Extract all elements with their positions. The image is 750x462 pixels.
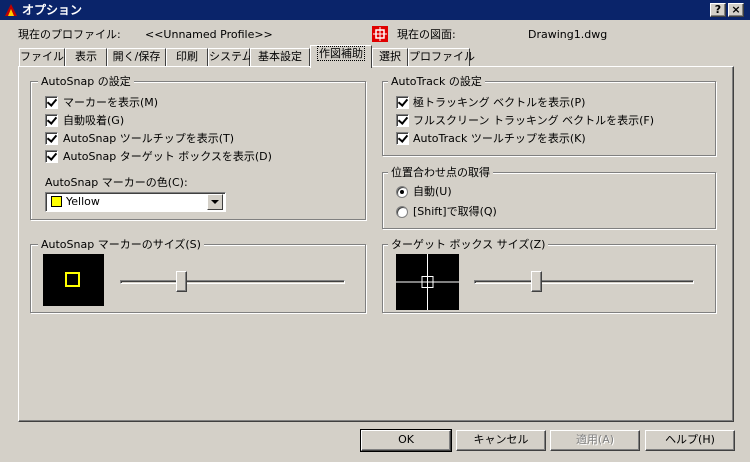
magnet-label[interactable]: 自動吸着(G) bbox=[63, 114, 124, 128]
marker-color-value: Yellow bbox=[66, 195, 100, 208]
drawing-value: Drawing1.dwg bbox=[528, 28, 608, 41]
drawing-label: 現在の図面: bbox=[397, 28, 456, 41]
tab-drafting[interactable]: 作図補助 bbox=[310, 45, 372, 68]
apply-button[interactable]: 適用(A) bbox=[550, 430, 640, 451]
tab-display[interactable]: 表示 bbox=[65, 48, 107, 67]
dropdown-arrow-icon[interactable] bbox=[207, 194, 223, 210]
color-swatch bbox=[51, 196, 62, 207]
shift-acquire-radio[interactable] bbox=[396, 206, 408, 218]
polar-vector-checkbox[interactable] bbox=[396, 96, 409, 109]
cancel-button[interactable]: キャンセル bbox=[456, 430, 546, 451]
title-bar: オプション ? × bbox=[0, 0, 750, 20]
marker-square-icon bbox=[65, 272, 80, 287]
profile-label: 現在のプロファイル: bbox=[18, 28, 121, 41]
automatic-radio[interactable] bbox=[396, 186, 408, 198]
polar-vector-label[interactable]: 極トラッキング ベクトルを表示(P) bbox=[413, 96, 585, 110]
tab-system[interactable]: システム bbox=[208, 48, 253, 67]
marker-color-label: AutoSnap マーカーの色(C): bbox=[45, 176, 188, 189]
autosnap-settings-title: AutoSnap の設定 bbox=[38, 75, 134, 89]
aperture-preview bbox=[396, 254, 459, 310]
help-button[interactable]: ヘルプ(H) bbox=[645, 430, 735, 451]
app-icon bbox=[5, 4, 17, 16]
tab-selection[interactable]: 選択 bbox=[372, 48, 408, 67]
marker-preview bbox=[43, 254, 104, 306]
autosnap-tooltip-checkbox[interactable] bbox=[45, 132, 58, 145]
drawing-icon bbox=[372, 26, 388, 42]
aperture-size-slider-thumb[interactable] bbox=[530, 271, 542, 292]
automatic-label[interactable]: 自動(U) bbox=[413, 185, 452, 199]
aperture-box-label[interactable]: AutoSnap ターゲット ボックスを表示(D) bbox=[63, 150, 272, 164]
shift-acquire-label[interactable]: [Shift]で取得(Q) bbox=[413, 205, 497, 219]
help-title-button[interactable]: ? bbox=[710, 3, 726, 17]
autotrack-tooltip-checkbox[interactable] bbox=[396, 132, 409, 145]
autosnap-tooltip-label[interactable]: AutoSnap ツールチップを表示(T) bbox=[63, 132, 234, 146]
display-marker-label[interactable]: マーカーを表示(M) bbox=[63, 96, 158, 110]
fullscreen-vector-label[interactable]: フルスクリーン トラッキング ベクトルを表示(F) bbox=[413, 114, 654, 128]
tab-open-save[interactable]: 開く/保存 bbox=[107, 48, 166, 67]
aperture-crosshair-icon bbox=[396, 254, 459, 310]
magnet-checkbox[interactable] bbox=[45, 114, 58, 127]
marker-size-track[interactable] bbox=[120, 280, 345, 284]
window-title: オプション bbox=[22, 3, 83, 17]
display-marker-checkbox[interactable] bbox=[45, 96, 58, 109]
autotrack-settings-title: AutoTrack の設定 bbox=[388, 75, 485, 89]
marker-size-slider-thumb[interactable] bbox=[175, 271, 187, 292]
tab-plot[interactable]: 印刷 bbox=[166, 48, 208, 67]
fullscreen-vector-checkbox[interactable] bbox=[396, 114, 409, 127]
aperture-size-title: ターゲット ボックス サイズ(Z) bbox=[388, 238, 549, 252]
profile-value: <<Unnamed Profile>> bbox=[145, 28, 273, 41]
marker-size-title: AutoSnap マーカーのサイズ(S) bbox=[38, 238, 204, 252]
aperture-size-track[interactable] bbox=[474, 280, 694, 284]
autotrack-tooltip-label[interactable]: AutoTrack ツールチップを表示(K) bbox=[413, 132, 586, 146]
aperture-box-checkbox[interactable] bbox=[45, 150, 58, 163]
tab-files[interactable]: ファイル bbox=[19, 48, 65, 67]
close-button[interactable]: × bbox=[728, 3, 744, 17]
ok-button[interactable]: OK bbox=[360, 429, 452, 452]
tab-user-preferences[interactable]: 基本設定 bbox=[250, 48, 310, 67]
tab-profiles[interactable]: プロファイル bbox=[408, 48, 475, 67]
marker-color-dropdown[interactable]: Yellow bbox=[45, 192, 226, 212]
alignment-acquisition-group bbox=[382, 172, 716, 229]
alignment-acquisition-title: 位置合わせ点の取得 bbox=[388, 166, 493, 180]
